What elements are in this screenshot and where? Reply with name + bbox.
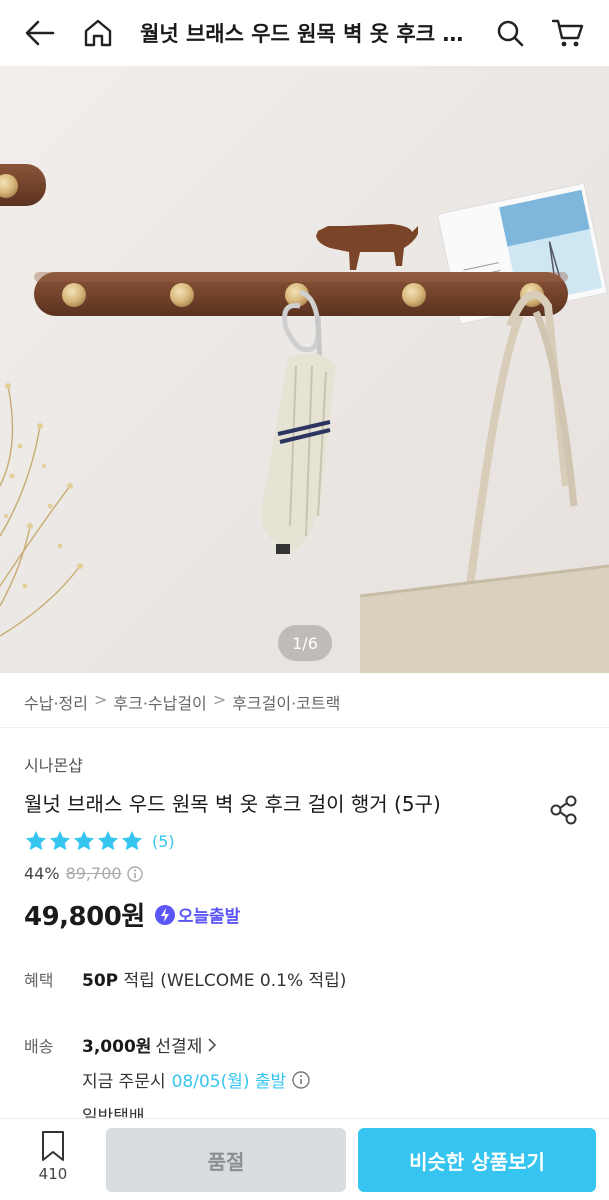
price-row: 49,800원 오늘출발 [24,896,240,933]
shipping-fee: 3,000원 [82,1037,152,1057]
order-now-label: 지금 주문시 [82,1072,166,1092]
cart-icon [551,19,584,47]
discount-rate: 44% [24,864,60,883]
review-count[interactable]: (5) [152,832,175,851]
today-shipping-badge: 오늘출발 [154,902,241,927]
soldout-button[interactable]: 품절 [106,1128,346,1192]
star-icon [26,831,46,851]
share-button[interactable] [544,790,584,830]
bottom-action-bar: 410 품절 비슷한 상품보기 [0,1118,609,1200]
star-icon [122,831,142,851]
discount-row: 44% 89,700 [24,864,144,883]
info-icon[interactable] [126,865,144,883]
star-icon [50,831,70,851]
share-icon [550,795,577,825]
shipping-fee-type: 선결제 [155,1037,203,1057]
shipping-label: 배송 [24,1037,54,1056]
home-icon [84,19,112,47]
chevron-right-icon: > [93,690,108,709]
shipping-date-row: 지금 주문시 08/05(월) 출발 [82,1067,311,1092]
star-icon [98,831,118,851]
cart-button[interactable] [548,13,588,53]
brand-name[interactable]: 시나몬샵 [24,752,83,776]
search-icon [497,20,524,47]
shipping-method: 일반택배 [82,1107,145,1118]
bookmark-count: 410 [38,1165,68,1183]
sale-price: 49,800원 [24,902,145,932]
page-title: 월넛 브래스 우드 원목 벽 옷 후크 걸이 행거 (5구) [140,22,475,46]
breadcrumb-item[interactable]: 후크걸이·코트랙 [232,690,340,714]
back-button[interactable] [20,13,60,53]
lightning-icon [154,904,175,925]
bookmark-icon [42,1131,64,1161]
bookmark-button[interactable]: 410 [24,1129,82,1183]
breadcrumb-item[interactable]: 후크·수납걸이 [113,690,206,714]
benefit-text: 적립 (WELCOME 0.1% 적립) [123,971,347,991]
product-photo [0,164,609,673]
breadcrumb-item[interactable]: 수납·정리 [24,690,88,714]
product-title: 월넛 브래스 우드 원목 벽 옷 후크 걸이 행거 (5구) [24,792,441,816]
benefit-points: 50P [82,971,119,991]
shipping-fee-row[interactable]: 3,000원 선결제 [82,1032,219,1057]
image-pager: 1/6 [278,625,332,661]
similar-products-button[interactable]: 비슷한 상품보기 [358,1128,596,1192]
shipping-date: 08/05(월) 출발 [171,1072,287,1092]
benefit-value: 50P 적립 (WELCOME 0.1% 적립) [82,966,346,991]
chevron-right-icon [208,1037,217,1052]
chevron-right-icon: > [212,690,227,709]
home-button[interactable] [78,13,118,53]
search-button[interactable] [490,13,530,53]
info-icon[interactable] [291,1070,311,1090]
arrow-left-icon [25,20,55,46]
breadcrumb: 수납·정리 > 후크·수납걸이 > 후크걸이·코트랙 [24,690,340,714]
benefit-label: 혜택 [24,971,54,990]
original-price: 89,700 [65,864,122,883]
rating-stars[interactable]: (5) [24,829,175,853]
top-header: 월넛 브래스 우드 원목 벽 옷 후크 걸이 행거 (5구) [0,0,609,66]
divider [0,727,609,728]
star-icon [74,831,94,851]
today-shipping-label: 오늘출발 [177,907,241,927]
product-image-carousel[interactable]: 1/6 [0,66,609,673]
